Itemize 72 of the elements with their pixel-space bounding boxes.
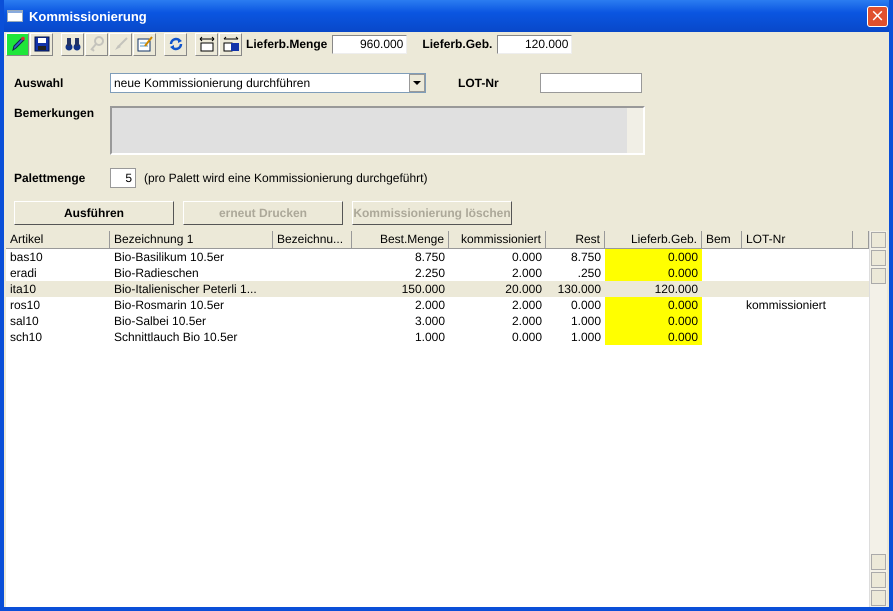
table-cell-text: eradi — [9, 265, 38, 281]
table-cell-text: Bio-Rosmarin 10.5er — [113, 297, 226, 313]
table-cell-text: 3.000 — [414, 313, 446, 329]
column-header[interactable]: Artikel — [6, 231, 110, 249]
table-cell-text: 0.000 — [570, 297, 602, 313]
hint-text: (pro Palett wird eine Kommissionierung durchgeführt) — [144, 171, 428, 185]
field-label: Lieferb.Menge — [246, 37, 328, 51]
table-cell-text: 2.000 — [510, 265, 543, 281]
caret-icon — [409, 74, 425, 92]
table-cell-text: 8.750 — [414, 249, 446, 265]
text-area[interactable] — [110, 106, 645, 155]
table-cell-text: ita10 — [9, 281, 38, 297]
table-cell-text: 20.000 — [504, 281, 543, 297]
table-cell: 0.000 — [605, 297, 702, 313]
column-header[interactable]: LOT-Nr — [742, 231, 853, 249]
close-button[interactable]: × — [867, 6, 888, 26]
table-cell-text: 2.250 — [414, 265, 446, 281]
table-cell-text: Bio-Italienischer Peterli 1... — [113, 281, 258, 297]
table-cell-text: 1.000 — [570, 329, 602, 345]
table-cell-text: 130.000 — [556, 281, 602, 297]
edit-icon[interactable] — [133, 32, 156, 56]
table-cell-text: Bio-Basilikum 10.5er — [113, 249, 226, 265]
field-label: Bemerkungen — [14, 106, 96, 120]
table-cell-text: sch10 — [9, 329, 44, 345]
table-cell-text: 1.000 — [570, 313, 602, 329]
field-label: Auswahl — [14, 76, 64, 90]
column-header[interactable]: Bezeichnung 1 — [110, 231, 273, 249]
table-cell: 0.000 — [605, 249, 702, 265]
pencil-icon[interactable] — [6, 32, 29, 56]
column-header[interactable]: Best.Menge — [352, 231, 449, 249]
window-title: Kommissionierung — [29, 8, 148, 24]
window-icon — [7, 10, 23, 22]
input-field[interactable] — [540, 73, 642, 93]
table-cell-text: ros10 — [9, 297, 42, 313]
column-header[interactable]: kommissioniert — [449, 231, 546, 249]
table-cell-text: sal10 — [9, 313, 40, 329]
table-cell: 0.000 — [605, 265, 702, 281]
field-label: Palettmenge — [14, 171, 86, 185]
expand-save-icon[interactable] — [219, 32, 242, 56]
dropdown[interactable]: neue Kommissionierung durchführen — [110, 73, 426, 93]
table-cell-text: 0.000 — [510, 249, 543, 265]
table-cell: 0.000 — [605, 329, 702, 345]
table-cell: 0.000 — [605, 313, 702, 329]
scrollbar[interactable] — [869, 231, 887, 607]
table-cell-text: 8.750 — [570, 249, 602, 265]
column-header[interactable]: Rest — [546, 231, 605, 249]
table-cell-text: 2.000 — [414, 297, 446, 313]
table-cell-text: 0.000 — [510, 329, 543, 345]
scrollbar[interactable] — [627, 108, 643, 153]
table-cell-text: .250 — [576, 265, 602, 281]
binoculars-icon[interactable] — [61, 32, 84, 56]
expand-icon[interactable] — [195, 32, 218, 56]
table-cell-text: Schnittlauch Bio 10.5er — [113, 329, 238, 345]
table-cell-text: 150.000 — [400, 281, 446, 297]
field-label: Lieferb.Geb. — [422, 37, 492, 51]
table-cell-text: Bio-Radieschen — [113, 265, 200, 281]
input-field[interactable]: 120.000 — [497, 34, 572, 54]
table-cell-text: 120.000 — [654, 281, 699, 297]
column-header[interactable]: Bem — [702, 231, 742, 249]
action-button[interactable]: Ausführen — [14, 201, 174, 225]
field-label: LOT-Nr — [458, 76, 500, 90]
table-cell-text: Bio-Salbei 10.5er — [113, 313, 208, 329]
input-field[interactable]: 5 — [110, 168, 136, 188]
table-cell-text: 2.000 — [510, 313, 543, 329]
refresh-icon[interactable] — [164, 32, 187, 56]
table-cell-text: 2.000 — [510, 297, 543, 313]
table-cell-text: bas10 — [9, 249, 44, 265]
input-field[interactable]: 960.000 — [332, 34, 408, 54]
save-icon[interactable] — [30, 32, 53, 56]
table-cell-text: kommissioniert — [745, 297, 828, 313]
table-cell-text: 1.000 — [414, 329, 446, 345]
column-header[interactable]: Bezeichnu... — [273, 231, 352, 249]
